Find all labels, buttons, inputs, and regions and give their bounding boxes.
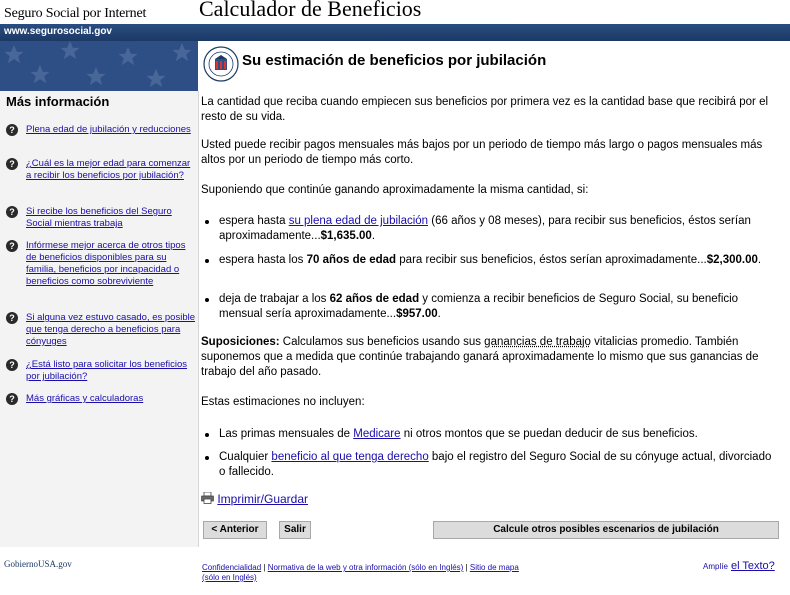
header: Seguro Social por Internet Calculador de… [0,0,790,24]
question-icon: ? [6,124,18,136]
stars-decoration-icon [4,41,192,88]
footer-links: Confidencialidad | Normativa de la web y… [202,563,519,582]
payments-paragraph: Usted puede recibir pagos mensuales más … [201,139,763,166]
sidebar-link-working[interactable]: Si recibe los beneficios del Seguro Soci… [26,206,196,230]
spouse-benefit-link[interactable]: beneficio al que tenga derecho [271,451,428,463]
sidebar: Más información ? Plena edad de jubilaci… [0,91,199,547]
bullet-icon [205,456,209,460]
sidebar-link-retirement-age[interactable]: Plena edad de jubilación y reducciones [26,124,196,136]
bullet-icon [205,220,209,224]
app-title: Calculador de Beneficios [199,0,422,21]
url-bar: www.segurosocial.gov [0,24,790,41]
intro-paragraph: La cantidad que reciba cuando empiecen s… [201,96,769,123]
calculate-scenarios-button[interactable]: Calcule otros posibles escenarios de jub… [433,521,779,539]
full-retirement-age-link[interactable]: su plena edad de jubilación [289,215,428,227]
sidebar-link-best-age[interactable]: ¿Cuál es la mejor edad para comenzar a r… [26,158,196,182]
medicare-link[interactable]: Medicare [353,428,400,440]
page-title: Su estimación de beneficios por jubilaci… [242,52,547,69]
sidebar-link-calculators[interactable]: Más gráficas y calculadoras [26,393,196,405]
web-policy-link[interactable]: Normativa de la web y otra información (… [268,563,464,572]
usa-gov-logo[interactable]: GobiernoUSA.gov [4,559,72,569]
enlarge-text-link[interactable]: el Texto? [731,560,775,572]
exit-button[interactable]: Salir [279,521,311,539]
privacy-link[interactable]: Confidencialidad [202,563,261,572]
amount-age-70: $2,300.00 [706,254,758,266]
back-button[interactable]: < Anterior [203,521,267,539]
sidebar-link-other-benefits[interactable]: Infórmese mejor acerca de otros tipos de… [26,240,196,288]
site-url: www.segurosocial.gov [4,26,112,37]
bullet-icon [205,259,209,263]
page-header: Su estimación de beneficios por jubilaci… [199,41,790,95]
question-icon: ? [6,393,18,405]
amount-age-62: $957.00 [396,308,438,320]
bullet-icon [205,433,209,437]
ssa-seal-icon [203,46,239,82]
question-icon: ? [6,359,18,371]
bullet-icon [205,298,209,302]
printer-icon [201,491,214,504]
site-name: Seguro Social por Internet [4,6,147,21]
question-icon: ? [6,240,18,252]
earnings-link[interactable]: ganancias de trabajo [484,336,591,348]
amount-full-age: $1,635.00 [320,230,372,242]
enlarge-text[interactable]: Amplíe el Texto? [703,560,775,572]
assumptions-paragraph: Suposiciones: Calculamos sus beneficios … [201,336,759,378]
question-icon: ? [6,312,18,324]
sidebar-link-apply[interactable]: ¿Está listo para solicitar los beneficio… [26,359,196,383]
assumption-paragraph: Suponiendo que continúe ganando aproxima… [201,184,589,196]
star-banner [0,41,198,91]
exclusions-heading: Estas estimaciones no incluyen: [201,396,365,408]
print-save-link[interactable]: Imprimir/Guardar [217,492,308,506]
question-icon: ? [6,158,18,170]
sidebar-link-spouse[interactable]: Si alguna vez estuvo casado, es posible … [26,312,196,348]
question-icon: ? [6,206,18,218]
print-save[interactable]: Imprimir/Guardar [201,491,308,507]
sidebar-heading: Más información [6,94,110,109]
